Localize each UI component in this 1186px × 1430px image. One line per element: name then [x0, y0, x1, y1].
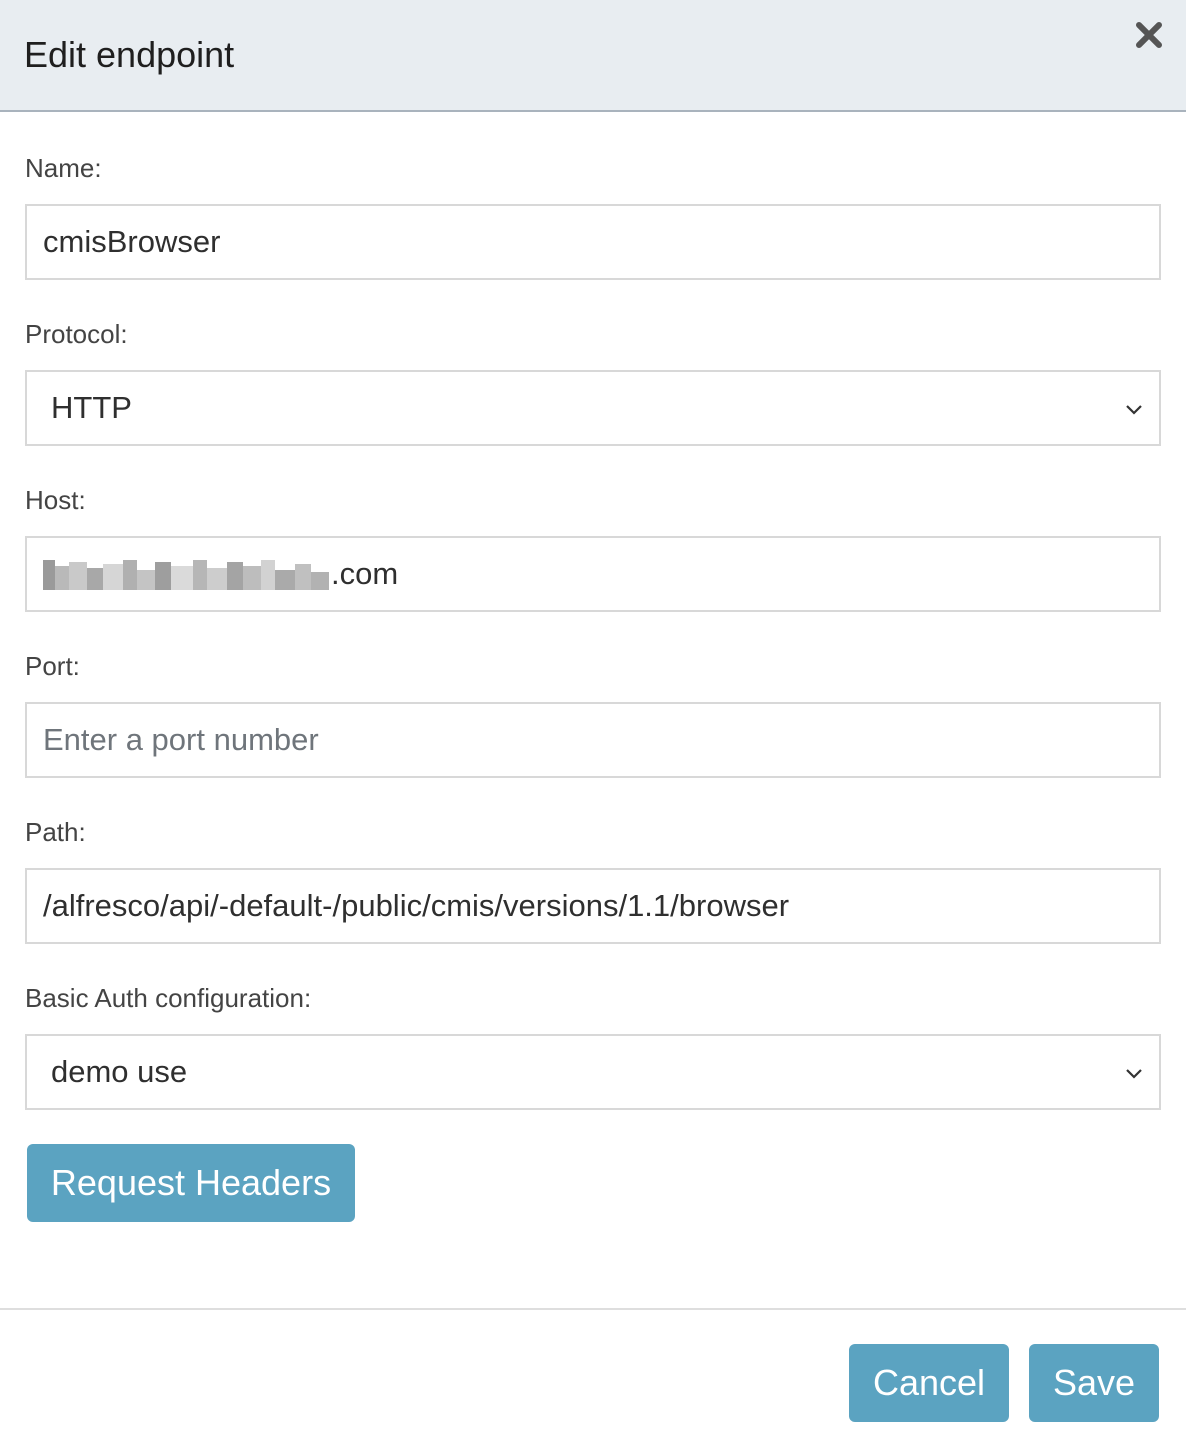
host-label: Host:	[25, 485, 86, 515]
close-button[interactable]	[1130, 16, 1170, 56]
chevron-down-icon	[1126, 1069, 1142, 1079]
basic-auth-select[interactable]: demo use	[25, 1034, 1161, 1110]
footer-divider	[0, 1308, 1186, 1310]
basic-auth-label: Basic Auth configuration:	[25, 983, 312, 1013]
protocol-selected-value: HTTP	[51, 390, 132, 425]
protocol-select[interactable]: HTTP	[25, 370, 1161, 446]
path-label: Path:	[25, 817, 86, 847]
name-label: Name:	[25, 153, 102, 183]
basic-auth-selected-value: demo use	[51, 1054, 188, 1089]
host-visible-suffix: .com	[331, 556, 399, 591]
host-input[interactable]: .com	[25, 536, 1161, 612]
path-input[interactable]: /alfresco/api/-default-/public/cmis/vers…	[25, 868, 1161, 944]
redacted-host-text	[43, 560, 329, 590]
save-button[interactable]: Save	[1029, 1344, 1159, 1422]
cancel-button[interactable]: Cancel	[849, 1344, 1009, 1422]
dialog-title: Edit endpoint	[24, 34, 235, 75]
port-input-placeholder: Enter a port number	[43, 722, 319, 757]
port-input[interactable]: Enter a port number	[25, 702, 1161, 778]
chevron-down-icon	[1126, 405, 1142, 415]
path-input-value: /alfresco/api/-default-/public/cmis/vers…	[43, 888, 790, 923]
port-label: Port:	[25, 651, 80, 681]
name-input[interactable]: cmisBrowser	[25, 204, 1161, 280]
close-icon	[1136, 22, 1162, 48]
name-input-value: cmisBrowser	[43, 224, 221, 259]
dialog-header: Edit endpoint	[0, 0, 1186, 112]
edit-endpoint-dialog: Edit endpoint Name: cmisBrowser Protocol…	[0, 0, 1186, 1430]
protocol-label: Protocol:	[25, 319, 128, 349]
request-headers-button[interactable]: Request Headers	[27, 1144, 355, 1222]
